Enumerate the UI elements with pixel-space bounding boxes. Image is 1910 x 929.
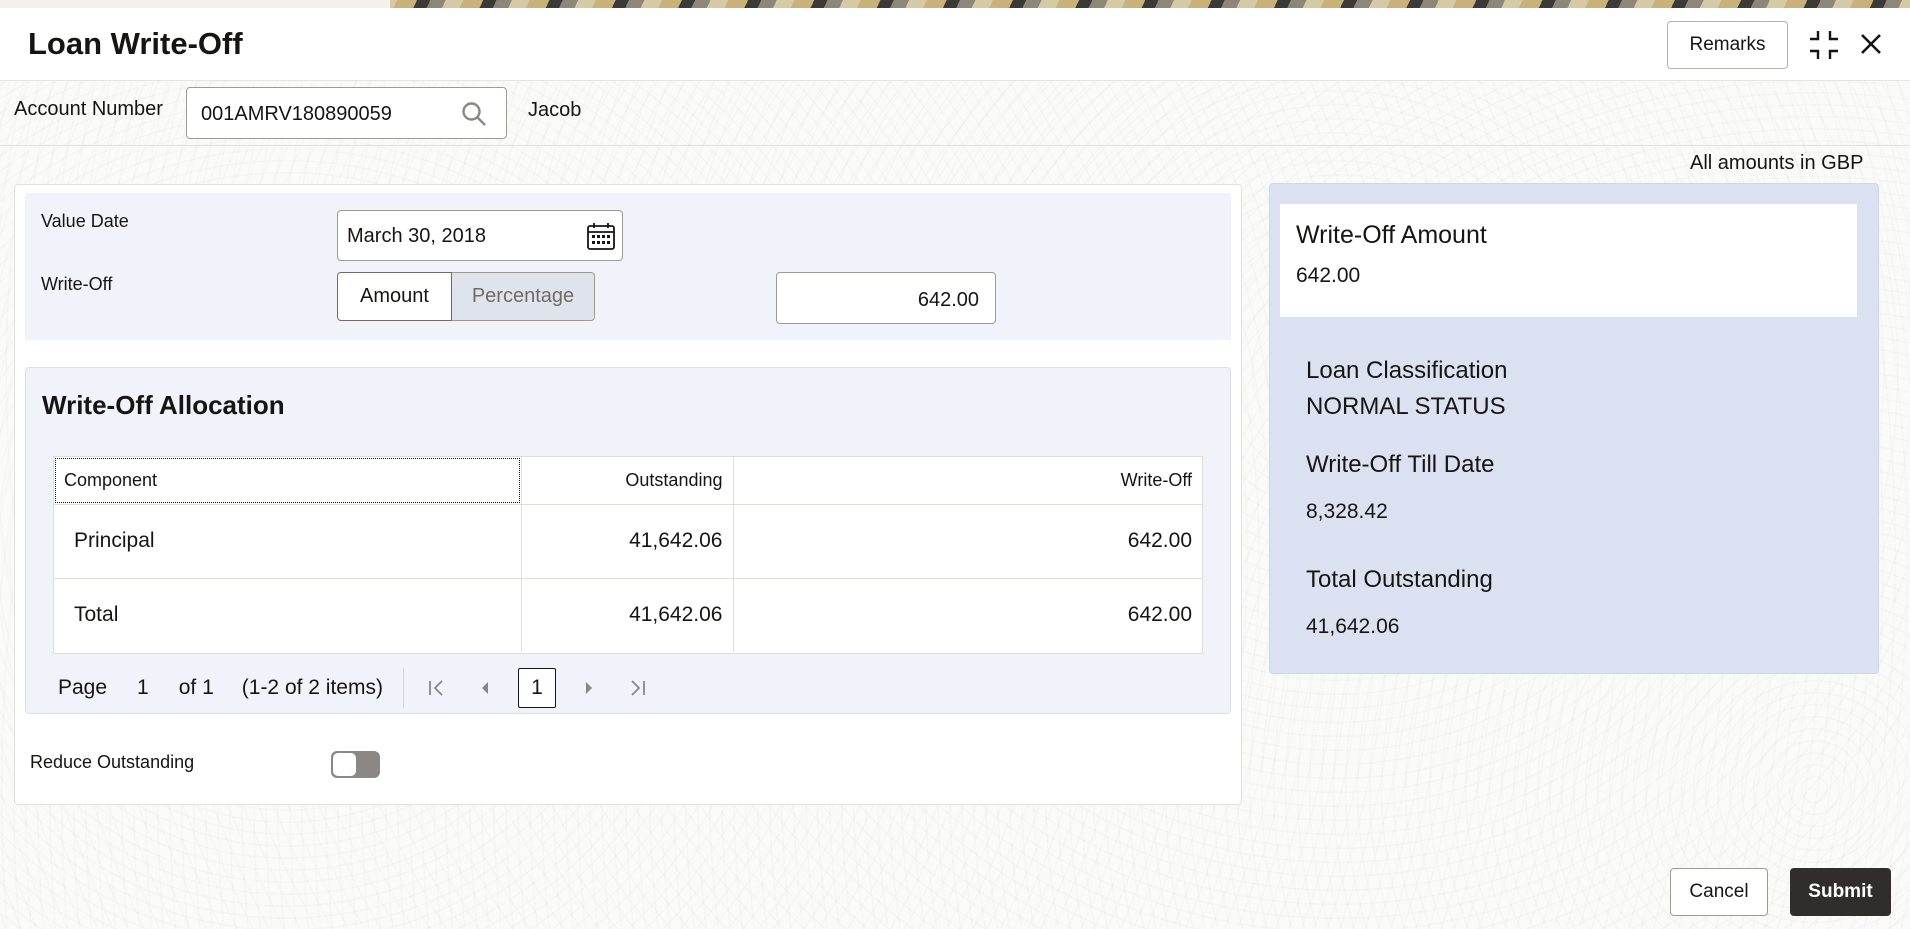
remarks-button[interactable]: Remarks [1667,21,1788,69]
divider [0,145,1910,146]
total-outstanding-value: 41,642.06 [1306,615,1400,638]
submit-button[interactable]: Submit [1790,868,1891,916]
top-banner-strip [0,0,1910,8]
writeoff-till-date-value: 8,328.42 [1306,500,1388,523]
account-holder-name: Jacob [528,99,582,121]
total-outstanding-label: Total Outstanding [1306,566,1493,593]
loan-classification-label: Loan Classification [1306,357,1508,384]
summary-writeoff-amount-value: 642.00 [1296,264,1361,287]
pagination: Page 1 of 1 (1-2 of 2 items) 1 [58,668,670,708]
switch-knob [333,753,356,776]
pager-separator [402,668,404,708]
writeoff-percentage-option[interactable]: Percentage [452,272,595,321]
column-header-outstanding[interactable]: Outstanding [521,457,734,505]
search-icon[interactable] [460,100,488,128]
table-row[interactable]: Principal 41,642.06 642.00 [54,504,1202,579]
allocation-title: Write-Off Allocation [42,390,285,420]
last-page-icon[interactable] [622,673,652,703]
page-total: of 1 [178,676,214,699]
account-number-label: Account Number [14,98,163,120]
page-title: Loan Write-Off [28,26,243,61]
items-count: (1-2 of 2 items) [241,676,383,699]
cell-writeoff: 642.00 [733,504,1202,579]
writeoff-type-label: Write-Off [41,274,113,294]
column-header-component[interactable]: Component [54,457,522,505]
close-icon[interactable] [1856,29,1886,59]
reduce-outstanding-switch[interactable] [331,751,380,778]
cell-outstanding: 41,642.06 [521,578,734,652]
cell-component: Total [54,578,522,652]
value-date-field[interactable] [337,210,623,261]
account-number-input[interactable] [201,100,451,128]
value-date-input[interactable] [347,223,567,249]
account-number-field[interactable] [186,87,507,139]
page-number-button[interactable]: 1 [517,668,556,708]
value-date-label: Value Date [41,211,129,231]
current-page: 1 [137,676,149,699]
prev-page-icon[interactable] [470,673,500,703]
next-page-icon[interactable] [574,673,604,703]
writeoff-amount-input[interactable] [799,287,979,313]
writeoff-form-panel [25,193,1231,340]
column-header-writeoff[interactable]: Write-Off [733,457,1202,505]
writeoff-amount-field[interactable] [776,272,996,324]
reduce-outstanding-label: Reduce Outstanding [30,752,195,772]
cell-component: Principal [54,504,522,579]
writeoff-amount-option[interactable]: Amount [337,272,452,321]
table-row[interactable]: Total 41,642.06 642.00 [54,578,1202,652]
allocation-table: Component Outstanding Write-Off Principa… [53,456,1203,654]
calendar-icon[interactable] [586,221,616,251]
first-page-icon[interactable] [422,673,452,703]
summary-writeoff-amount-label: Write-Off Amount [1296,221,1487,249]
dialog-header: Loan Write-Off Remarks [0,8,1910,81]
cell-outstanding: 41,642.06 [521,504,734,579]
writeoff-till-date-label: Write-Off Till Date [1306,451,1495,478]
page-label: Page [58,676,108,699]
cancel-button[interactable]: Cancel [1670,868,1768,916]
currency-note: All amounts in GBP [1690,152,1864,174]
writeoff-type-toggle: Amount Percentage [337,272,595,321]
minimize-icon[interactable] [1808,29,1840,61]
table-header-row: Component Outstanding Write-Off [54,457,1202,505]
loan-classification-value: NORMAL STATUS [1306,393,1506,420]
cell-writeoff: 642.00 [1127,603,1192,627]
